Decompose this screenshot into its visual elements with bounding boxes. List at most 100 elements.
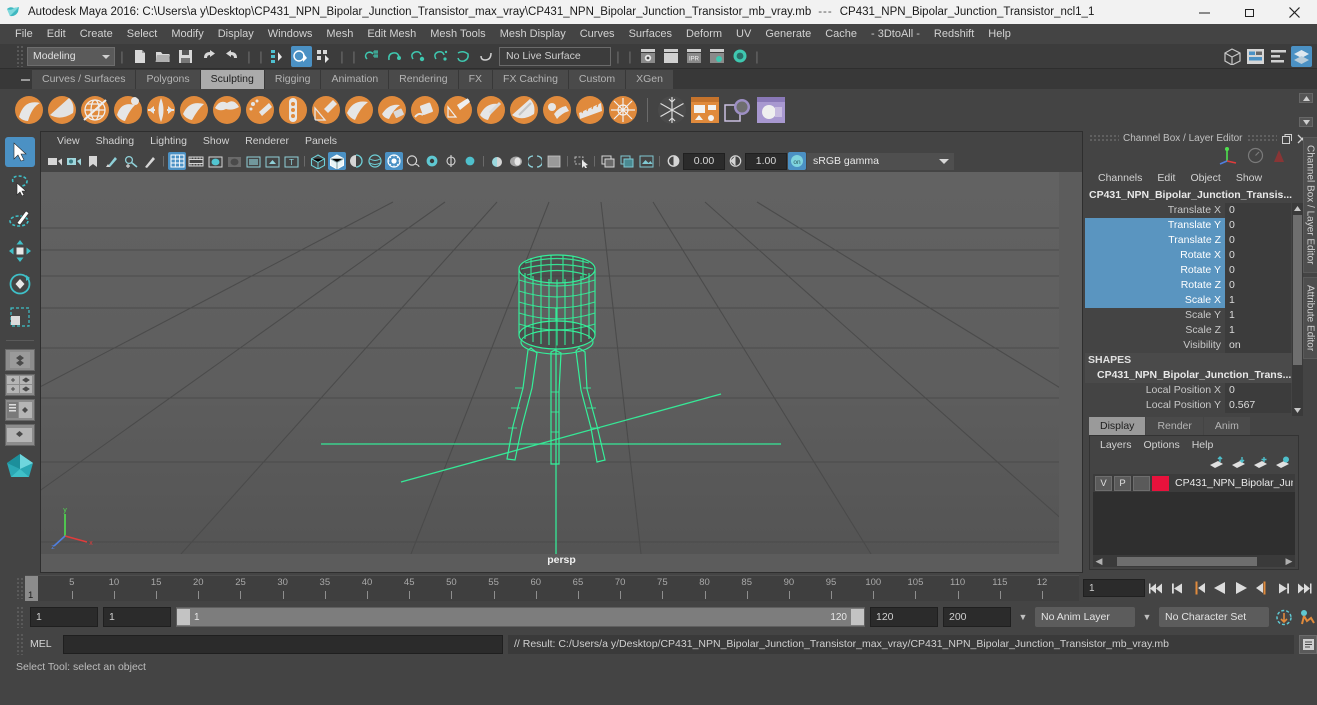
cb-menu-edit[interactable]: Edit xyxy=(1150,172,1182,184)
channel-row-rotate-y[interactable]: Rotate Y 0 xyxy=(1085,263,1303,278)
layer-menu-layers[interactable]: Layers xyxy=(1094,439,1138,451)
channel-row-translate-y[interactable]: Translate Y 0 xyxy=(1085,218,1303,233)
layer-menu-options[interactable]: Options xyxy=(1138,439,1186,451)
channel-row-scale-z[interactable]: Scale Z 1 xyxy=(1085,323,1303,338)
menu-display[interactable]: Display xyxy=(211,24,261,44)
script-editor-icon[interactable] xyxy=(1299,634,1317,654)
menu-select[interactable]: Select xyxy=(120,24,165,44)
gate-mask-icon[interactable] xyxy=(225,152,243,170)
cb-menu-show[interactable]: Show xyxy=(1229,172,1269,184)
undo-button[interactable] xyxy=(198,46,219,67)
rotate-tool-icon[interactable] xyxy=(5,269,35,299)
scroll-up-arrow-icon[interactable] xyxy=(1293,203,1302,214)
command-line-grip[interactable] xyxy=(16,633,25,655)
move-layer-up-icon[interactable] xyxy=(1209,456,1224,472)
shelf-tab-menu-handle[interactable] xyxy=(18,71,32,89)
scroll-left-arrow-icon[interactable]: ◀ xyxy=(1093,556,1105,567)
status-line-grip[interactable] xyxy=(16,45,25,67)
bookmark-icon[interactable] xyxy=(84,152,102,170)
clone-target-icon[interactable] xyxy=(756,95,786,125)
paste-render-icon[interactable] xyxy=(618,152,636,170)
live-surface-field[interactable]: No Live Surface xyxy=(499,46,611,66)
color-management-toggle-icon[interactable]: on xyxy=(788,152,806,170)
resolution-gate-icon[interactable] xyxy=(206,152,224,170)
menu-edit-mesh[interactable]: Edit Mesh xyxy=(360,24,423,44)
select-camera-icon[interactable] xyxy=(46,152,64,170)
channel-value[interactable]: 0 xyxy=(1225,218,1291,233)
mirror-icon[interactable] xyxy=(723,95,753,125)
camera-attributes-icon[interactable] xyxy=(65,152,83,170)
pinch-tool-icon[interactable] xyxy=(146,95,176,125)
channel-value[interactable]: 1 xyxy=(1225,293,1291,308)
maximize-button[interactable] xyxy=(1227,0,1272,24)
shelf-tab-sculpting[interactable]: Sculpting xyxy=(200,70,264,89)
channel-value[interactable]: 0 xyxy=(1225,278,1291,293)
panel-menu-show[interactable]: Show xyxy=(195,135,237,147)
play-forwards-icon[interactable] xyxy=(1231,578,1250,598)
channel-row-visibility[interactable]: Visibility on xyxy=(1085,338,1303,353)
channel-value[interactable]: 0 xyxy=(1225,383,1291,398)
range-start-field[interactable]: 1 xyxy=(103,607,171,627)
menu-cache[interactable]: Cache xyxy=(818,24,864,44)
layer-menu-help[interactable]: Help xyxy=(1186,439,1220,451)
channel-row-rotate-z[interactable]: Rotate Z 0 xyxy=(1085,278,1303,293)
spray-tool-icon[interactable] xyxy=(245,95,275,125)
smooth-tool-icon[interactable] xyxy=(47,95,77,125)
save-scene-button[interactable] xyxy=(175,46,196,67)
animation-end-field[interactable]: 200 xyxy=(943,607,1011,627)
render-sequence-button[interactable] xyxy=(660,46,681,67)
perspective-viewport[interactable]: persp y x z xyxy=(41,172,1082,572)
shelf-tab-xgen[interactable]: XGen xyxy=(626,70,673,89)
anim-layer-selector[interactable]: No Anim Layer xyxy=(1035,607,1135,627)
command-language-label[interactable]: MEL xyxy=(30,638,58,650)
knife-tool-icon[interactable] xyxy=(443,95,473,125)
chevron-down-icon[interactable]: ▼ xyxy=(1140,612,1154,622)
shelf-scroll-up[interactable] xyxy=(1299,93,1313,103)
channel-value[interactable]: 1 xyxy=(1225,308,1291,323)
close-button[interactable] xyxy=(1272,0,1317,24)
menu-surfaces[interactable]: Surfaces xyxy=(622,24,679,44)
shelf-scroll-down[interactable] xyxy=(1299,117,1313,127)
step-back-key-icon[interactable] xyxy=(1189,578,1208,598)
panel-menu-view[interactable]: View xyxy=(49,135,88,147)
range-end-field[interactable]: 120 xyxy=(870,607,938,627)
channel-value[interactable]: on xyxy=(1225,338,1291,353)
xray-mode-icon[interactable] xyxy=(507,152,525,170)
snap-to-view-plane-button[interactable] xyxy=(453,46,474,67)
dock-tab-channel-box[interactable]: Channel Box / Layer Editor xyxy=(1302,137,1317,273)
snap-to-curve-button[interactable] xyxy=(384,46,405,67)
xray-joints-icon[interactable] xyxy=(526,152,544,170)
channel-box[interactable]: CP431_NPN_Bipolar_Junction_Transis... Tr… xyxy=(1085,188,1303,416)
isolate-select-icon[interactable] xyxy=(488,152,506,170)
use-all-lights-icon[interactable] xyxy=(385,152,403,170)
channel-value[interactable]: 0 xyxy=(1225,263,1291,278)
amplify-tool-icon[interactable] xyxy=(542,95,572,125)
exposure-field[interactable]: 0.00 xyxy=(683,152,725,170)
relax-tool-icon[interactable] xyxy=(80,95,110,125)
smooth-shading-icon[interactable] xyxy=(328,152,346,170)
shelf-tab-rigging[interactable]: Rigging xyxy=(264,70,321,89)
color-profile-selector[interactable]: sRGB gamma xyxy=(807,152,954,170)
channel-row-local-position-y[interactable]: Local Position Y 0.567 xyxy=(1085,398,1303,413)
shelf-tab-custom[interactable]: Custom xyxy=(568,70,626,89)
shelf-tab-animation[interactable]: Animation xyxy=(321,70,389,89)
sculpt-layers-icon[interactable] xyxy=(690,95,720,125)
shelf-scroll-arrows[interactable] xyxy=(1299,93,1313,127)
single-perspective-layout-icon[interactable] xyxy=(5,349,35,371)
persp-graph-layout-icon[interactable] xyxy=(5,424,35,446)
layer-type-toggle[interactable] xyxy=(1133,475,1150,491)
layer-name[interactable]: CP431_NPN_Bipolar_Junc xyxy=(1171,477,1293,489)
snap-to-grid-button[interactable] xyxy=(361,46,382,67)
channel-value[interactable]: 0 xyxy=(1225,248,1291,263)
minimize-button[interactable] xyxy=(1182,0,1227,24)
range-slider-grip[interactable] xyxy=(16,606,25,628)
channel-value[interactable]: 0 xyxy=(1225,203,1291,218)
menu-deform[interactable]: Deform xyxy=(679,24,729,44)
redo-button[interactable] xyxy=(221,46,242,67)
menu-windows[interactable]: Windows xyxy=(261,24,320,44)
animation-start-field[interactable]: 1 xyxy=(30,607,98,627)
imprint-tool-icon[interactable] xyxy=(311,95,341,125)
step-back-frame-icon[interactable] xyxy=(1168,578,1187,598)
select-objects-icon[interactable] xyxy=(572,152,590,170)
go-to-end-icon[interactable] xyxy=(1294,578,1313,598)
